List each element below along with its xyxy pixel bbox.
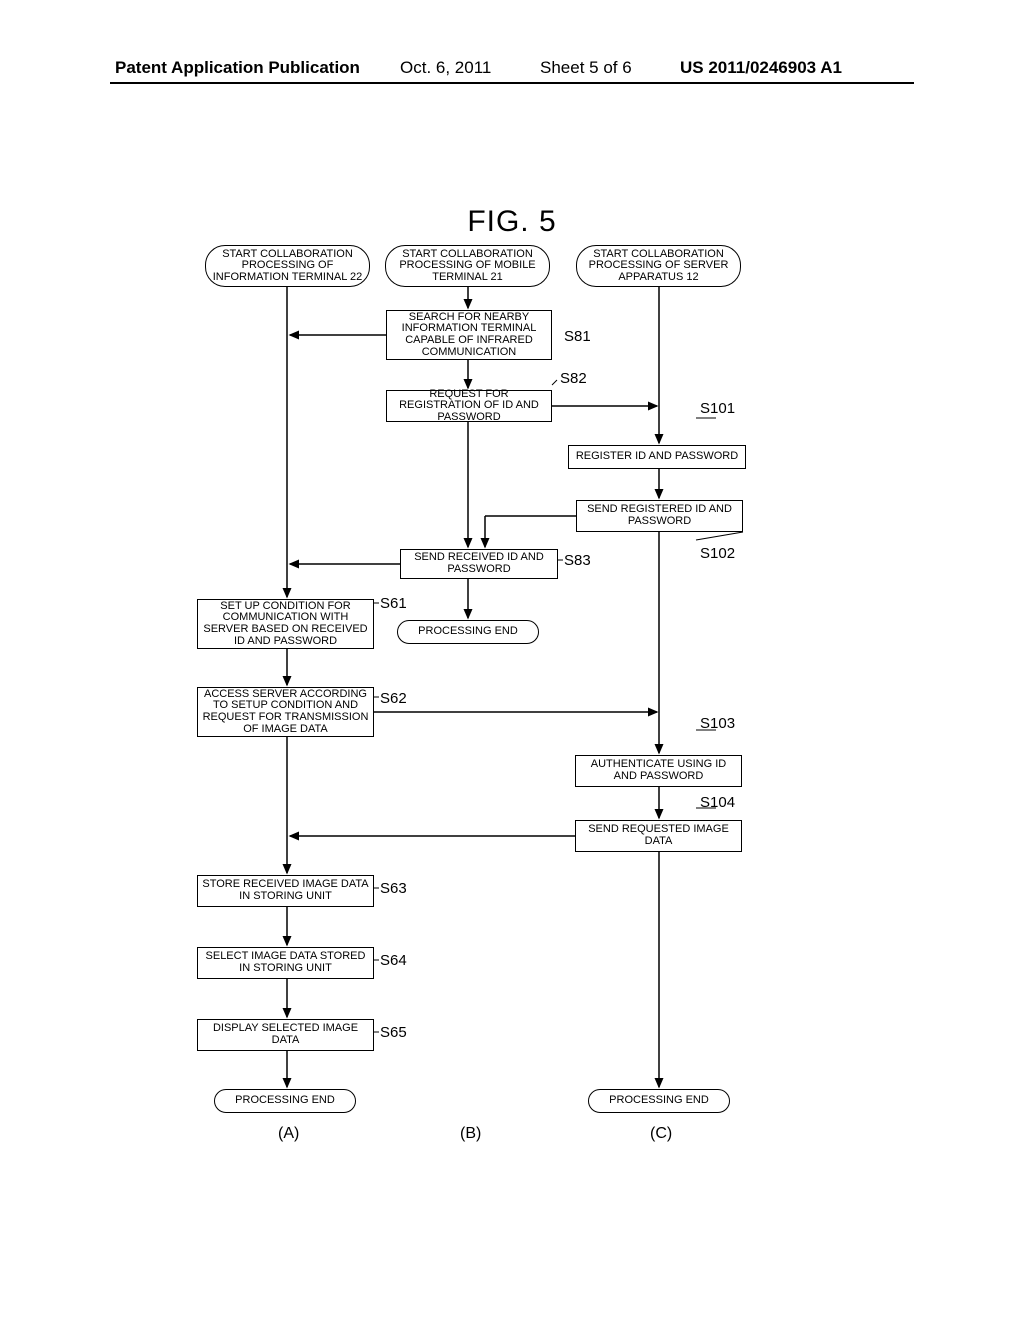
- label-s103: S103: [700, 715, 735, 732]
- label-s82: S82: [560, 370, 587, 387]
- label-s65: S65: [380, 1024, 407, 1041]
- step-s61: SET UP CONDITION FOR COMMUNICATION WITH …: [197, 599, 374, 649]
- publication-date: Oct. 6, 2011: [400, 58, 491, 78]
- end-terminal-c: PROCESSING END: [588, 1089, 730, 1113]
- step-s62: ACCESS SERVER ACCORDING TO SETUP CONDITI…: [197, 687, 374, 737]
- start-terminal-a: START COLLABORATION PROCESSING OF INFORM…: [205, 245, 370, 287]
- step-s83: SEND RECEIVED ID AND PASSWORD: [400, 549, 558, 579]
- step-s64: SELECT IMAGE DATA STORED IN STORING UNIT: [197, 947, 374, 979]
- flow-arrows: [0, 0, 1024, 1320]
- start-terminal-c: START COLLABORATION PROCESSING OF SERVER…: [576, 245, 741, 287]
- label-s83: S83: [564, 552, 591, 569]
- step-s103: AUTHENTICATE USING ID AND PASSWORD: [575, 755, 742, 787]
- label-s62: S62: [380, 690, 407, 707]
- publication-label: Patent Application Publication: [115, 58, 360, 78]
- start-terminal-b: START COLLABORATION PROCESSING OF MOBILE…: [385, 245, 550, 287]
- step-s104: SEND REQUESTED IMAGE DATA: [575, 820, 742, 852]
- step-s63: STORE RECEIVED IMAGE DATA IN STORING UNI…: [197, 875, 374, 907]
- header-rule: [110, 82, 914, 84]
- sheet-number: Sheet 5 of 6: [540, 58, 632, 78]
- step-s65: DISPLAY SELECTED IMAGE DATA: [197, 1019, 374, 1051]
- column-c-label: (C): [650, 1125, 672, 1143]
- label-s102: S102: [700, 545, 735, 562]
- step-s101: REGISTER ID AND PASSWORD: [568, 445, 746, 469]
- figure-title: FIG. 5: [0, 205, 1024, 239]
- column-b-label: (B): [460, 1125, 481, 1143]
- step-s82: REQUEST FOR REGISTRATION OF ID AND PASSW…: [386, 390, 552, 422]
- column-a-label: (A): [278, 1125, 299, 1143]
- step-s81: SEARCH FOR NEARBY INFORMATION TERMINAL C…: [386, 310, 552, 360]
- patent-figure-page: Patent Application Publication Oct. 6, 2…: [0, 0, 1024, 1320]
- label-s104: S104: [700, 794, 735, 811]
- end-terminal-a: PROCESSING END: [214, 1089, 356, 1113]
- label-s101: S101: [700, 400, 735, 417]
- label-s61: S61: [380, 595, 407, 612]
- label-s63: S63: [380, 880, 407, 897]
- page-header: Patent Application Publication Oct. 6, 2…: [0, 82, 1024, 84]
- end-terminal-b: PROCESSING END: [397, 620, 539, 644]
- step-s102: SEND REGISTERED ID AND PASSWORD: [576, 500, 743, 532]
- label-s81: S81: [564, 328, 591, 345]
- publication-number: US 2011/0246903 A1: [680, 58, 842, 78]
- label-s64: S64: [380, 952, 407, 969]
